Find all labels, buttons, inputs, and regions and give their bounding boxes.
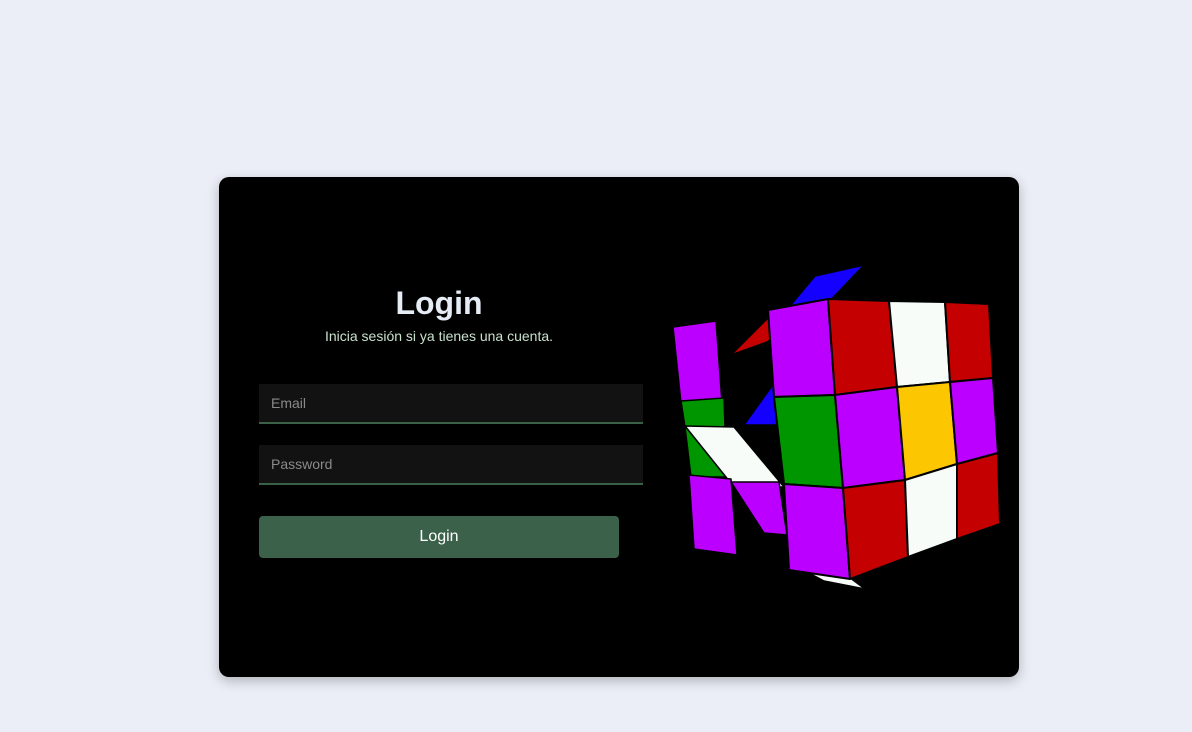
rubiks-cube-illustration [672,264,1001,590]
cube-front-face [767,298,1001,580]
login-card: Login Inicia sesión si ya tienes una cue… [219,177,1019,677]
